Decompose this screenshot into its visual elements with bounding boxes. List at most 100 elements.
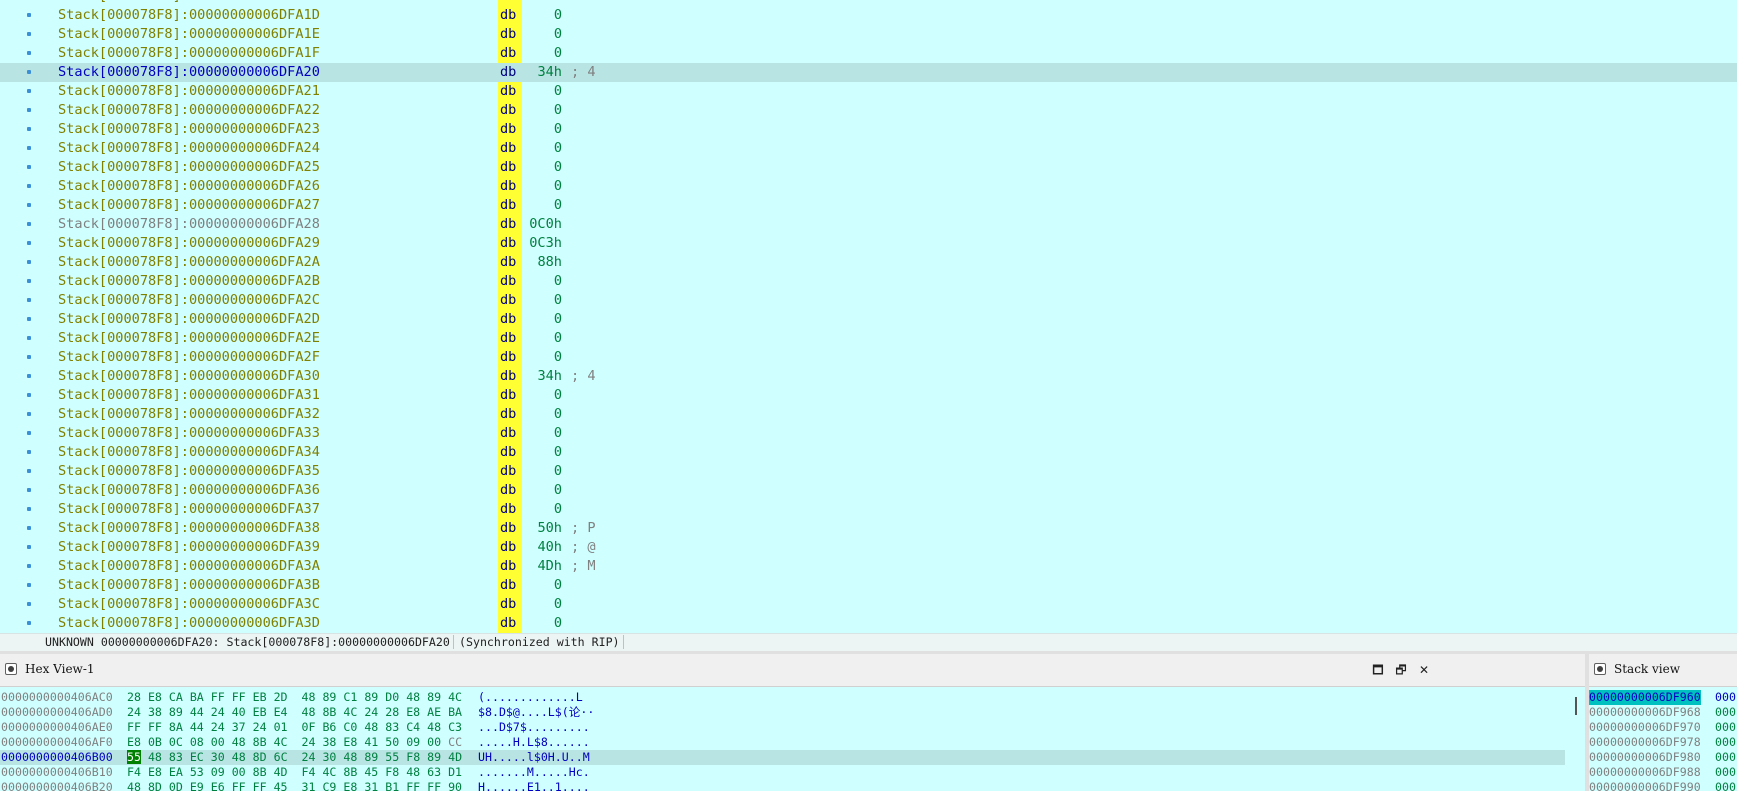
hex-row[interactable]: 0000000000406AE0 FF FF 8A 44 24 37 24 01 …: [0, 720, 1565, 735]
breakpoint-dot[interactable]: [27, 431, 31, 435]
hex-row[interactable]: 0000000000406AC0 28 E8 CA BA FF FF EB 2D …: [0, 690, 1565, 705]
disasm-line[interactable]: Stack[000078F8]:00000000006DFA1D db 0: [0, 6, 1737, 25]
hex-bytes[interactable]: 24 38 89 44 24 40 EB E4 48 8B 4C 24 28 E…: [127, 705, 462, 720]
hex-scrollbar[interactable]: [1567, 687, 1585, 791]
disasm-line[interactable]: Stack[000078F8]:00000000006DFA3B db 0: [0, 576, 1737, 595]
breakpoint-dot[interactable]: [27, 70, 31, 74]
breakpoint-dot[interactable]: [27, 89, 31, 93]
hex-row[interactable]: 0000000000406AF0 E8 0B 0C 08 00 48 8B 4C …: [0, 735, 1565, 750]
disasm-line[interactable]: Stack[000078F8]:00000000006DFA35 db 0: [0, 462, 1737, 481]
hex-bytes[interactable]: E8 0B 0C 08 00 48 8B 4C 24 38 E8 41 50 0…: [127, 735, 462, 750]
breakpoint-dot[interactable]: [27, 526, 31, 530]
stack-view-titlebar[interactable]: Stack view: [1589, 654, 1737, 687]
breakpoint-dot[interactable]: [27, 488, 31, 492]
disasm-line[interactable]: Stack[000078F8]:00000000006DFA25 db 0: [0, 158, 1737, 177]
breakpoint-dot[interactable]: [27, 241, 31, 245]
stack-row[interactable]: 00000000006DF968 000: [1589, 705, 1737, 720]
breakpoint-dot[interactable]: [27, 412, 31, 416]
disasm-line[interactable]: Stack[000078F8]:00000000006DFA2E db 0: [0, 329, 1737, 348]
breakpoint-dot[interactable]: [27, 32, 31, 36]
breakpoint-dot[interactable]: [27, 127, 31, 131]
disasm-line[interactable]: Stack[000078F8]:00000000006DFA34 db 0: [0, 443, 1737, 462]
hex-bytes[interactable]: FF FF 8A 44 24 37 24 01 0F B6 C0 48 83 C…: [127, 720, 462, 735]
breakpoint-dot[interactable]: [27, 583, 31, 587]
breakpoint-dot[interactable]: [27, 165, 31, 169]
stack-row[interactable]: 00000000006DF970 000: [1589, 720, 1737, 735]
stack-row[interactable]: 00000000006DF988 000: [1589, 765, 1737, 780]
breakpoint-dot[interactable]: [27, 374, 31, 378]
disasm-line[interactable]: Stack[000078F8]:00000000006DFA28 db 0C0h: [0, 215, 1737, 234]
stack-row[interactable]: 00000000006DF960 000: [1589, 690, 1737, 705]
breakpoint-dot[interactable]: [27, 507, 31, 511]
line-directive: db: [500, 140, 517, 156]
breakpoint-dot[interactable]: [27, 469, 31, 473]
disasm-line[interactable]: Stack[000078F8]:00000000006DFA1F db 0: [0, 44, 1737, 63]
breakpoint-dot[interactable]: [27, 51, 31, 55]
breakpoint-dot[interactable]: [27, 355, 31, 359]
breakpoint-dot[interactable]: [27, 621, 31, 625]
disasm-line[interactable]: Stack[000078F8]:00000000006DFA30 db 34h ; 4: [0, 367, 1737, 386]
disasm-line[interactable]: Stack[000078F8]:00000000006DFA39 db 40h ; @: [0, 538, 1737, 557]
disasm-line[interactable]: Stack[000078F8]:00000000006DFA20 db 34h ; 4: [0, 63, 1737, 82]
disasm-line[interactable]: Stack[000078F8]:00000000006DFA33 db 0: [0, 424, 1737, 443]
disasm-line[interactable]: Stack[000078F8]:00000000006DFA2C db 0: [0, 291, 1737, 310]
disasm-line[interactable]: Stack[000078F8]:00000000006DFA1E db 0: [0, 25, 1737, 44]
restore-icon[interactable]: 🗗: [1393, 662, 1409, 678]
breakpoint-dot[interactable]: [27, 108, 31, 112]
disasm-line[interactable]: Stack[000078F8]:00000000006DFA22 db 0: [0, 101, 1737, 120]
hex-bytes[interactable]: F4 E8 EA 53 09 00 8B 4D F4 4C 8B 45 F8 4…: [127, 765, 462, 780]
disasm-line[interactable]: Stack[000078F8]:00000000006DFA21 db 0: [0, 82, 1737, 101]
breakpoint-dot[interactable]: [27, 222, 31, 226]
disasm-line[interactable]: Stack[000078F8]:00000000006DFA24 db 0: [0, 139, 1737, 158]
disasm-line[interactable]: Stack[000078F8]:00000000006DFA38 db 50h ; P: [0, 519, 1737, 538]
hex-view-body[interactable]: 0000000000406AC0 28 E8 CA BA FF FF EB 2D …: [0, 687, 1585, 791]
stack-view-body[interactable]: 00000000006DF960 000 00000000006DF968 000 00…: [1589, 687, 1737, 791]
hex-view-titlebar[interactable]: Hex View-1 🗖 🗗 ✕: [0, 654, 1585, 687]
breakpoint-dot[interactable]: [27, 317, 31, 321]
hex-bytes[interactable]: 48 8D 0D E9 E6 FF FF 45 31 C9 E8 31 B1 F…: [127, 780, 462, 791]
disasm-line[interactable]: Stack[000078F8]:00000000006DFA36 db 0: [0, 481, 1737, 500]
disasm-line[interactable]: Stack[000078F8]:00000000006DFA2F db 0: [0, 348, 1737, 367]
breakpoint-dot[interactable]: [27, 545, 31, 549]
breakpoint-dot[interactable]: [27, 260, 31, 264]
hex-row[interactable]: 0000000000406B20 48 8D 0D E9 E6 FF FF 45 …: [0, 780, 1565, 791]
breakpoint-dot[interactable]: [27, 336, 31, 340]
disasm-line[interactable]: Stack[000078F8]:00000000006DFA37 db 0: [0, 500, 1737, 519]
disasm-line[interactable]: Stack[000078F8]:00000000006DFA29 db 0C3h: [0, 234, 1737, 253]
disasm-line[interactable]: Stack[000078F8]:00000000006DFA3D db 0: [0, 614, 1737, 633]
disasm-line[interactable]: Stack[000078F8]:00000000006DFA26 db 0: [0, 177, 1737, 196]
hex-bytes[interactable]: 55 48 83 EC 30 48 8D 6C 24 30 48 89 55 F…: [127, 750, 462, 765]
disassembly-view[interactable]: Stack[000078F8]:00000000006DFA1Cdb0Stack…: [0, 0, 1737, 633]
breakpoint-dot[interactable]: [27, 393, 31, 397]
stack-row[interactable]: 00000000006DF990 000: [1589, 780, 1737, 791]
disasm-line[interactable]: Stack[000078F8]:00000000006DFA3A db 4Dh ; M: [0, 557, 1737, 576]
breakpoint-dot[interactable]: [27, 203, 31, 207]
breakpoint-dot[interactable]: [27, 13, 31, 17]
stack-row[interactable]: 00000000006DF980 000: [1589, 750, 1737, 765]
disasm-line[interactable]: Stack[000078F8]:00000000006DFA32 db 0: [0, 405, 1737, 424]
breakpoint-dot[interactable]: [27, 450, 31, 454]
breakpoint-dot[interactable]: [27, 298, 31, 302]
breakpoint-dot[interactable]: [27, 184, 31, 188]
disasm-line[interactable]: Stack[000078F8]:00000000006DFA27 db 0: [0, 196, 1737, 215]
disasm-line[interactable]: Stack[000078F8]:00000000006DFA23 db 0: [0, 120, 1737, 139]
disasm-line[interactable]: Stack[000078F8]:00000000006DFA31 db 0: [0, 386, 1737, 405]
scrollbar-thumb[interactable]: [1575, 697, 1577, 715]
hex-cursor-byte[interactable]: 55: [127, 750, 141, 764]
disasm-line[interactable]: Stack[000078F8]:00000000006DFA2B db 0: [0, 272, 1737, 291]
breakpoint-dot[interactable]: [27, 602, 31, 606]
stack-row[interactable]: 00000000006DF978 000: [1589, 735, 1737, 750]
breakpoint-dot[interactable]: [27, 146, 31, 150]
close-icon[interactable]: ✕: [1416, 662, 1432, 678]
hex-row[interactable]: 0000000000406AD0 24 38 89 44 24 40 EB E4 …: [0, 705, 1565, 720]
breakpoint-dot[interactable]: [27, 564, 31, 568]
hex-row[interactable]: 0000000000406B10 F4 E8 EA 53 09 00 8B 4D …: [0, 765, 1565, 780]
disasm-line[interactable]: Stack[000078F8]:00000000006DFA3C db 0: [0, 595, 1737, 614]
breakpoint-dot[interactable]: [27, 279, 31, 283]
maximize-icon[interactable]: 🗖: [1370, 662, 1386, 678]
hex-address: 0000000000406B20: [1, 780, 113, 791]
disasm-line[interactable]: Stack[000078F8]:00000000006DFA2D db 0: [0, 310, 1737, 329]
hex-bytes[interactable]: 28 E8 CA BA FF FF EB 2D 48 89 C1 89 D0 4…: [127, 690, 462, 705]
hex-row[interactable]: 0000000000406B00 55 48 83 EC 30 48 8D 6C …: [0, 750, 1565, 765]
disasm-line[interactable]: Stack[000078F8]:00000000006DFA2A db 88h: [0, 253, 1737, 272]
